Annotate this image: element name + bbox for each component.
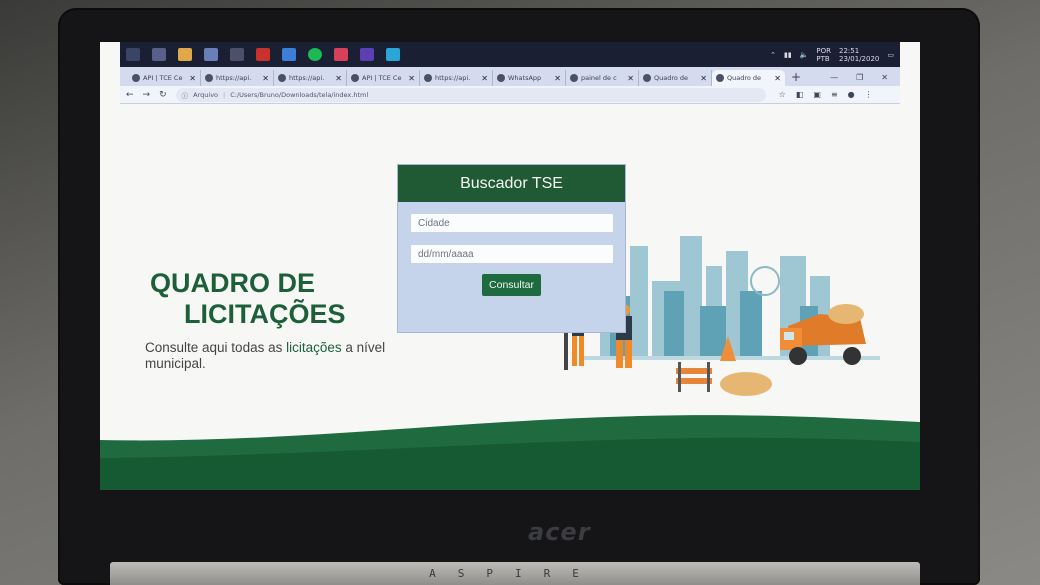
close-tab-icon[interactable]: ✕ xyxy=(774,74,781,83)
close-tab-icon[interactable]: ✕ xyxy=(481,74,488,83)
visual-studio-icon[interactable] xyxy=(360,48,374,61)
close-tab-icon[interactable]: ✕ xyxy=(335,74,342,83)
tab-strip: API | TCE Ce ✕ https://api. ✕ https://api.… xyxy=(120,67,900,86)
web-page: QUADRO DE LICITAÇÕES Consulte aqui todas… xyxy=(100,104,920,490)
close-tab-icon[interactable]: ✕ xyxy=(627,74,634,83)
browser-tab-active[interactable]: Quadro de ✕ xyxy=(712,70,785,86)
new-tab-button[interactable]: + xyxy=(791,70,801,84)
network-icon[interactable]: ▮▮ xyxy=(784,51,792,59)
app-icon[interactable] xyxy=(204,48,218,61)
shield-icon[interactable] xyxy=(334,48,348,61)
favicon-icon xyxy=(424,74,432,82)
toolbar-extensions: ☆ ◧ ▣ ≡ ● ⋮ xyxy=(779,90,873,99)
system-tray: ⌃ ▮▮ 🔈 POR PTB 22:51 23/01/2020 ▭ xyxy=(770,47,894,63)
browser-tab[interactable]: WhatsApp ✕ xyxy=(493,70,566,86)
extension-icon[interactable]: ▣ xyxy=(813,90,821,99)
close-tab-icon[interactable]: ✕ xyxy=(189,74,196,83)
extension-icon[interactable]: ◧ xyxy=(796,90,804,99)
hero-subtitle: Consulte aqui todas as licitações a níve… xyxy=(145,340,386,371)
favicon-icon xyxy=(205,74,213,82)
code-icon[interactable] xyxy=(282,48,296,61)
favicon-icon xyxy=(278,74,286,82)
address-bar[interactable]: ⓘ Arquivo | C:/Users/Bruno/Downloads/tel… xyxy=(175,87,766,102)
consult-button[interactable]: Consultar xyxy=(482,274,541,296)
close-tab-icon[interactable]: ✕ xyxy=(408,74,415,83)
browser-tab[interactable]: https://api. ✕ xyxy=(420,70,493,86)
browser-tab[interactable]: https://api. ✕ xyxy=(274,70,347,86)
favicon-icon xyxy=(643,74,651,82)
laptop-base: ASPIRE xyxy=(110,562,920,585)
restore-icon[interactable]: ❐ xyxy=(856,73,863,82)
reload-icon[interactable]: ↻ xyxy=(159,90,167,100)
notification-icon[interactable]: ▭ xyxy=(887,51,894,59)
browser-tab[interactable]: https://api. ✕ xyxy=(201,70,274,86)
favicon-icon xyxy=(570,74,578,82)
bookmark-star-icon[interactable]: ☆ xyxy=(779,90,786,99)
navigation-bar: ← → ↻ ⓘ Arquivo | C:/Users/Bruno/Downloa… xyxy=(120,86,900,104)
pdf-icon[interactable] xyxy=(256,48,270,61)
model-label: ASPIRE xyxy=(429,567,601,580)
separator: | xyxy=(223,90,226,99)
menu-icon[interactable]: ⋮ xyxy=(865,90,873,99)
search-card: Buscador TSE Consultar xyxy=(397,164,626,333)
keyboard-language[interactable]: POR PTB xyxy=(816,47,831,63)
close-window-icon[interactable]: ✕ xyxy=(881,73,888,82)
task-view-icon[interactable] xyxy=(152,48,166,61)
acer-logo: acer xyxy=(528,518,591,546)
spotify-icon[interactable] xyxy=(308,48,322,61)
url-text: C:/Users/Bruno/Downloads/tela/index.html xyxy=(230,90,369,99)
file-explorer-icon[interactable] xyxy=(178,48,192,61)
minimize-icon[interactable]: — xyxy=(830,73,838,82)
browser-tab[interactable]: API | TCE Ce ✕ xyxy=(128,70,201,86)
close-tab-icon[interactable]: ✕ xyxy=(262,74,269,83)
terminal-icon[interactable] xyxy=(230,48,244,61)
page-title: QUADRO DE LICITAÇÕES xyxy=(150,268,346,329)
info-icon[interactable]: ⓘ xyxy=(182,90,189,100)
volume-icon[interactable]: 🔈 xyxy=(800,51,809,59)
favicon-icon xyxy=(716,74,724,82)
store-icon[interactable] xyxy=(386,48,400,61)
browser-tab[interactable]: Quadro de ✕ xyxy=(639,70,712,86)
clock[interactable]: 22:51 23/01/2020 xyxy=(839,47,879,63)
browser-tab[interactable]: painel de c ✕ xyxy=(566,70,639,86)
city-input[interactable] xyxy=(410,213,614,233)
start-icon[interactable] xyxy=(126,48,140,61)
favicon-icon xyxy=(132,74,140,82)
barrier xyxy=(676,362,712,392)
screen: ⌃ ▮▮ 🔈 POR PTB 22:51 23/01/2020 ▭ API | … xyxy=(100,42,920,490)
forward-icon[interactable]: → xyxy=(143,90,151,100)
browser-tab[interactable]: API | TCE Ce ✕ xyxy=(347,70,420,86)
card-title: Buscador TSE xyxy=(398,165,625,202)
chevron-up-icon[interactable]: ⌃ xyxy=(770,51,776,59)
favicon-icon xyxy=(351,74,359,82)
window-controls: — ❐ ✕ xyxy=(830,73,900,82)
back-icon[interactable]: ← xyxy=(126,90,134,100)
favicon-icon xyxy=(497,74,505,82)
close-tab-icon[interactable]: ✕ xyxy=(554,74,561,83)
taskbar: ⌃ ▮▮ 🔈 POR PTB 22:51 23/01/2020 ▭ xyxy=(120,42,900,67)
close-tab-icon[interactable]: ✕ xyxy=(700,74,707,83)
media-icon[interactable]: ≡ xyxy=(831,90,838,99)
date-input[interactable] xyxy=(410,244,614,264)
profile-icon[interactable]: ● xyxy=(848,90,855,99)
